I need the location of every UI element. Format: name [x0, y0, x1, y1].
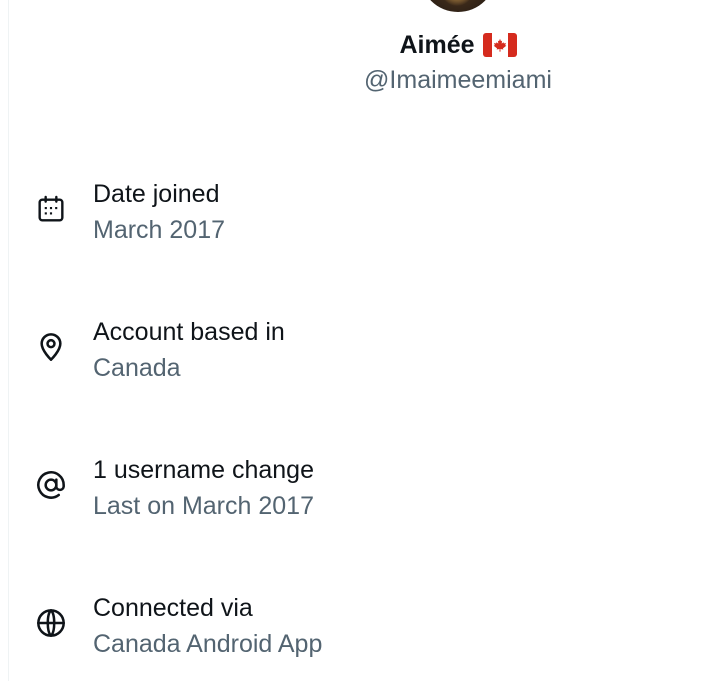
profile-header: Aimée @Imaimeemiami: [0, 0, 726, 110]
info-item-date-joined: Date joined March 2017: [0, 172, 726, 252]
info-value: Canada Android App: [93, 630, 323, 658]
calendar-icon: [34, 192, 68, 226]
info-title: 1 username change: [93, 456, 314, 484]
display-name: Aimée: [399, 30, 475, 59]
info-title: Date joined: [93, 180, 220, 208]
info-value: Canada: [93, 354, 181, 382]
info-item-account-location: Account based in Canada: [0, 310, 726, 390]
location-pin-icon: [34, 330, 68, 364]
info-value: Last on March 2017: [93, 492, 314, 520]
info-value: March 2017: [93, 216, 226, 244]
info-title: Connected via: [93, 594, 253, 622]
globe-icon: [34, 606, 68, 640]
avatar[interactable]: [420, 0, 496, 12]
profile-handle: @Imaimeemiami: [364, 66, 552, 94]
info-title: Account based in: [93, 318, 285, 346]
info-item-connected-via: Connected via Canada Android App: [0, 586, 726, 666]
info-item-username-change: 1 username change Last on March 2017: [0, 448, 726, 528]
canada-flag-icon: [482, 33, 517, 57]
at-sign-icon: [34, 468, 68, 502]
display-name-row: Aimée: [0, 28, 726, 62]
